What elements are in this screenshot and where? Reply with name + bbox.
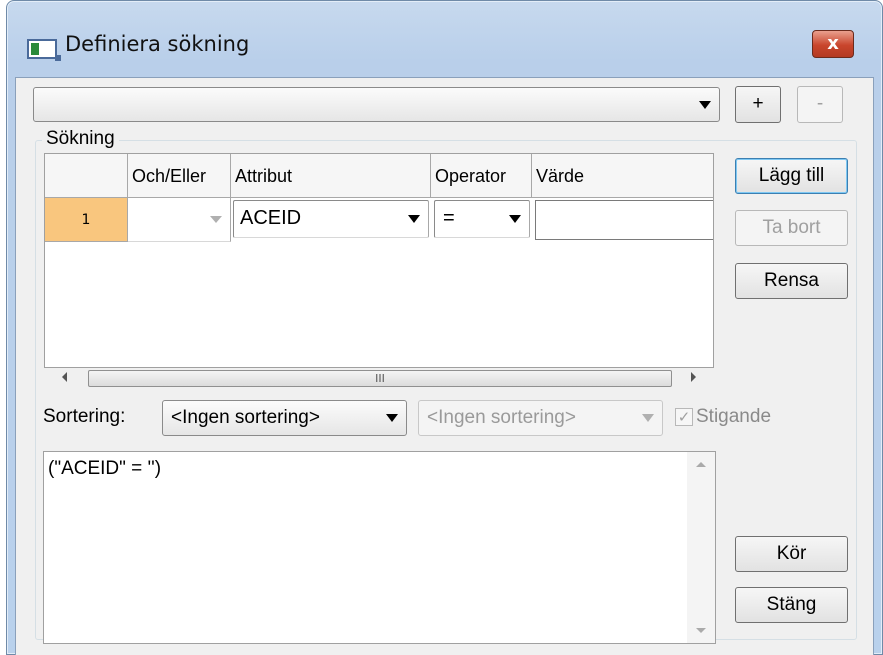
grid-horizontal-scrollbar[interactable]: III: [44, 368, 714, 388]
saved-query-select[interactable]: [33, 87, 720, 122]
ascending-checkbox[interactable]: ✓: [675, 408, 693, 426]
query-vertical-scrollbar[interactable]: [687, 452, 715, 643]
column-header-and-or[interactable]: Och/Eller: [128, 154, 231, 198]
scrollbar-thumb[interactable]: III: [88, 370, 672, 387]
scroll-left-icon[interactable]: [62, 372, 67, 382]
add-query-button[interactable]: +: [735, 86, 781, 123]
remove-query-button[interactable]: -: [797, 86, 843, 123]
query-text: ("ACEID" = ''): [48, 458, 162, 479]
attribute-select[interactable]: ACEID: [233, 200, 429, 238]
search-groupbox-label: Sökning: [42, 128, 119, 150]
dialog-window: Definiera sökning x + - Sökning Och/Elle…: [6, 0, 883, 655]
chevron-down-icon: [386, 414, 398, 422]
delete-row-button[interactable]: Ta bort: [735, 210, 848, 246]
chevron-down-icon: [509, 215, 521, 223]
add-row-button[interactable]: Lägg till: [735, 158, 848, 194]
value-input[interactable]: [535, 200, 713, 240]
scroll-down-icon[interactable]: [696, 628, 706, 633]
chevron-down-icon: [408, 215, 420, 223]
query-textarea[interactable]: ("ACEID" = ''): [43, 451, 716, 644]
primary-sort-select[interactable]: <Ingen sortering>: [162, 400, 407, 436]
title-bar[interactable]: Definiera sökning x: [7, 1, 882, 77]
close-button[interactable]: x: [812, 30, 854, 58]
run-button[interactable]: Kör: [735, 536, 848, 572]
chevron-down-icon: [210, 216, 222, 223]
window-title: Definiera sökning: [65, 32, 250, 56]
sort-label: Sortering:: [43, 406, 126, 427]
secondary-sort-select[interactable]: <Ingen sortering>: [418, 400, 663, 436]
ascending-label: Stigande: [696, 406, 772, 427]
dialog-body: + - Sökning Och/Eller Attribut Operator …: [15, 77, 874, 655]
close-dialog-button[interactable]: Stäng: [735, 587, 848, 623]
column-header-value[interactable]: Värde: [532, 154, 713, 198]
operator-select[interactable]: =: [434, 200, 530, 238]
row-number[interactable]: 1: [45, 198, 128, 242]
app-icon: [27, 39, 61, 61]
and-or-cell[interactable]: [128, 198, 231, 242]
column-header-attribute[interactable]: Attribut: [231, 154, 431, 198]
criteria-grid[interactable]: Och/Eller Attribut Operator Värde 1 ACEI…: [44, 153, 714, 368]
column-header-operator[interactable]: Operator: [431, 154, 532, 198]
scroll-right-icon[interactable]: [691, 372, 696, 382]
chevron-down-icon: [642, 414, 654, 422]
grid-corner-header: [45, 154, 128, 198]
chevron-down-icon: [699, 100, 711, 109]
clear-button[interactable]: Rensa: [735, 263, 848, 299]
scroll-up-icon[interactable]: [696, 462, 706, 467]
